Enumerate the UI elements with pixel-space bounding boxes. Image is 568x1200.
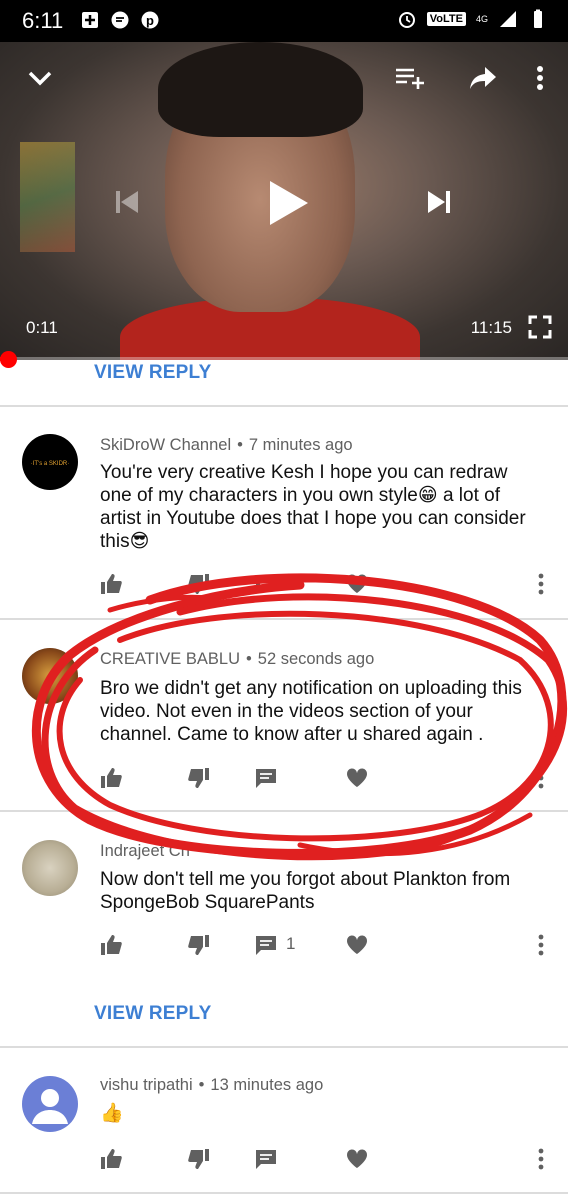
comment-text: Bro we didn't get any notification on up… xyxy=(100,678,522,745)
divider xyxy=(0,618,568,620)
person-icon xyxy=(32,1089,68,1124)
comment-meta: Indrajeet Ch xyxy=(100,842,202,861)
progress-scrubber[interactable] xyxy=(0,351,17,368)
comment-actions xyxy=(100,767,550,791)
comment-time: 13 minutes ago xyxy=(210,1076,324,1094)
thumb-down-icon[interactable] xyxy=(188,934,210,956)
current-time: 0:11 xyxy=(26,318,58,337)
heart-icon[interactable] xyxy=(346,573,368,595)
meta-dot: • xyxy=(198,1076,205,1094)
more-vert-icon[interactable] xyxy=(528,64,552,92)
comment-meta: SkiDroW Channel • 7 minutes ago xyxy=(100,436,353,455)
signal-icon xyxy=(500,11,516,27)
more-vert-icon[interactable] xyxy=(534,767,548,789)
avatar[interactable] xyxy=(22,1076,78,1132)
video-player[interactable]: 0:11 11:15 xyxy=(0,42,568,360)
avatar[interactable] xyxy=(22,648,78,704)
comment-meta: CREATIVE BABLU • 52 seconds ago xyxy=(100,650,374,669)
comment-actions xyxy=(100,573,550,597)
chevron-down-icon[interactable] xyxy=(26,64,54,92)
pinterest-icon: p xyxy=(141,11,159,29)
thumb-up-icon[interactable] xyxy=(100,767,122,789)
fullscreen-icon[interactable] xyxy=(528,315,552,339)
share-icon[interactable] xyxy=(468,64,498,92)
meta-dot: • xyxy=(245,650,252,668)
volte-badge: VoLTE xyxy=(426,12,466,26)
heart-icon[interactable] xyxy=(346,1148,368,1170)
comment-text: 👍 xyxy=(100,1103,124,1124)
more-vert-icon[interactable] xyxy=(534,573,548,595)
comment-actions: 1 xyxy=(100,934,550,958)
comment-meta: vishu tripathi • 13 minutes ago xyxy=(100,1076,323,1095)
comment-actions xyxy=(100,1148,550,1172)
divider xyxy=(0,1046,568,1048)
total-time: 11:15 xyxy=(470,318,512,337)
svg-text:·IT's a SKIDR·: ·IT's a SKIDR· xyxy=(31,461,69,467)
plus-notification-icon xyxy=(82,12,98,28)
reply-icon[interactable] xyxy=(255,573,277,595)
divider xyxy=(0,405,568,407)
more-vert-icon[interactable] xyxy=(534,934,548,956)
skip-previous-icon[interactable] xyxy=(112,187,142,217)
heart-icon[interactable] xyxy=(346,767,368,789)
thumb-up-icon[interactable] xyxy=(100,934,122,956)
chat-notification-icon xyxy=(111,11,129,29)
more-vert-icon[interactable] xyxy=(534,1148,548,1170)
divider xyxy=(0,1192,568,1194)
reply-icon[interactable] xyxy=(255,1148,277,1170)
divider xyxy=(0,810,568,812)
comment-text: You're very creative Kesh I hope you can… xyxy=(100,462,526,552)
avatar[interactable]: ·IT's a SKIDR· xyxy=(22,434,78,490)
play-icon[interactable] xyxy=(264,178,310,228)
alarm-icon xyxy=(398,12,415,28)
reply-icon[interactable] xyxy=(255,767,277,789)
channel-logo-icon: ·IT's a SKIDR· xyxy=(31,461,69,467)
network-type: 4G xyxy=(475,14,488,24)
progress-bar[interactable] xyxy=(0,357,568,361)
view-reply-link[interactable]: VIEW REPLY xyxy=(94,362,211,384)
svg-text:p: p xyxy=(146,13,154,28)
comment-author[interactable]: vishu tripathi xyxy=(100,1076,193,1094)
skip-next-icon[interactable] xyxy=(424,187,454,217)
heart-icon[interactable] xyxy=(346,934,368,956)
thumb-down-icon[interactable] xyxy=(188,767,210,789)
reply-count: 1 xyxy=(286,934,296,953)
add-to-queue-icon[interactable] xyxy=(394,64,426,92)
video-frame-background xyxy=(20,142,75,252)
video-frame-hair xyxy=(158,42,363,137)
reply-icon[interactable] xyxy=(255,934,277,956)
comment-time: 52 seconds ago xyxy=(257,650,375,668)
battery-icon xyxy=(534,9,542,28)
comment-time: 7 minutes ago xyxy=(248,436,353,454)
comment-author[interactable]: CREATIVE BABLU xyxy=(100,650,240,668)
comment-text: Now don't tell me you forgot about Plank… xyxy=(100,869,511,913)
thumb-down-icon[interactable] xyxy=(188,1148,210,1170)
thumb-up-icon[interactable] xyxy=(100,573,122,595)
thumb-up-icon[interactable] xyxy=(100,1148,122,1170)
comment-author[interactable]: Indrajeet Ch xyxy=(100,842,190,860)
thumb-down-icon[interactable] xyxy=(188,573,210,595)
status-bar: 6:11 p VoLTE 4G xyxy=(0,0,568,42)
comment-author[interactable]: SkiDroW Channel xyxy=(100,436,231,454)
view-reply-link[interactable]: VIEW REPLY xyxy=(94,1003,211,1025)
meta-dot: • xyxy=(237,436,243,454)
status-time: 6:11 xyxy=(22,8,64,33)
avatar[interactable] xyxy=(22,840,78,896)
